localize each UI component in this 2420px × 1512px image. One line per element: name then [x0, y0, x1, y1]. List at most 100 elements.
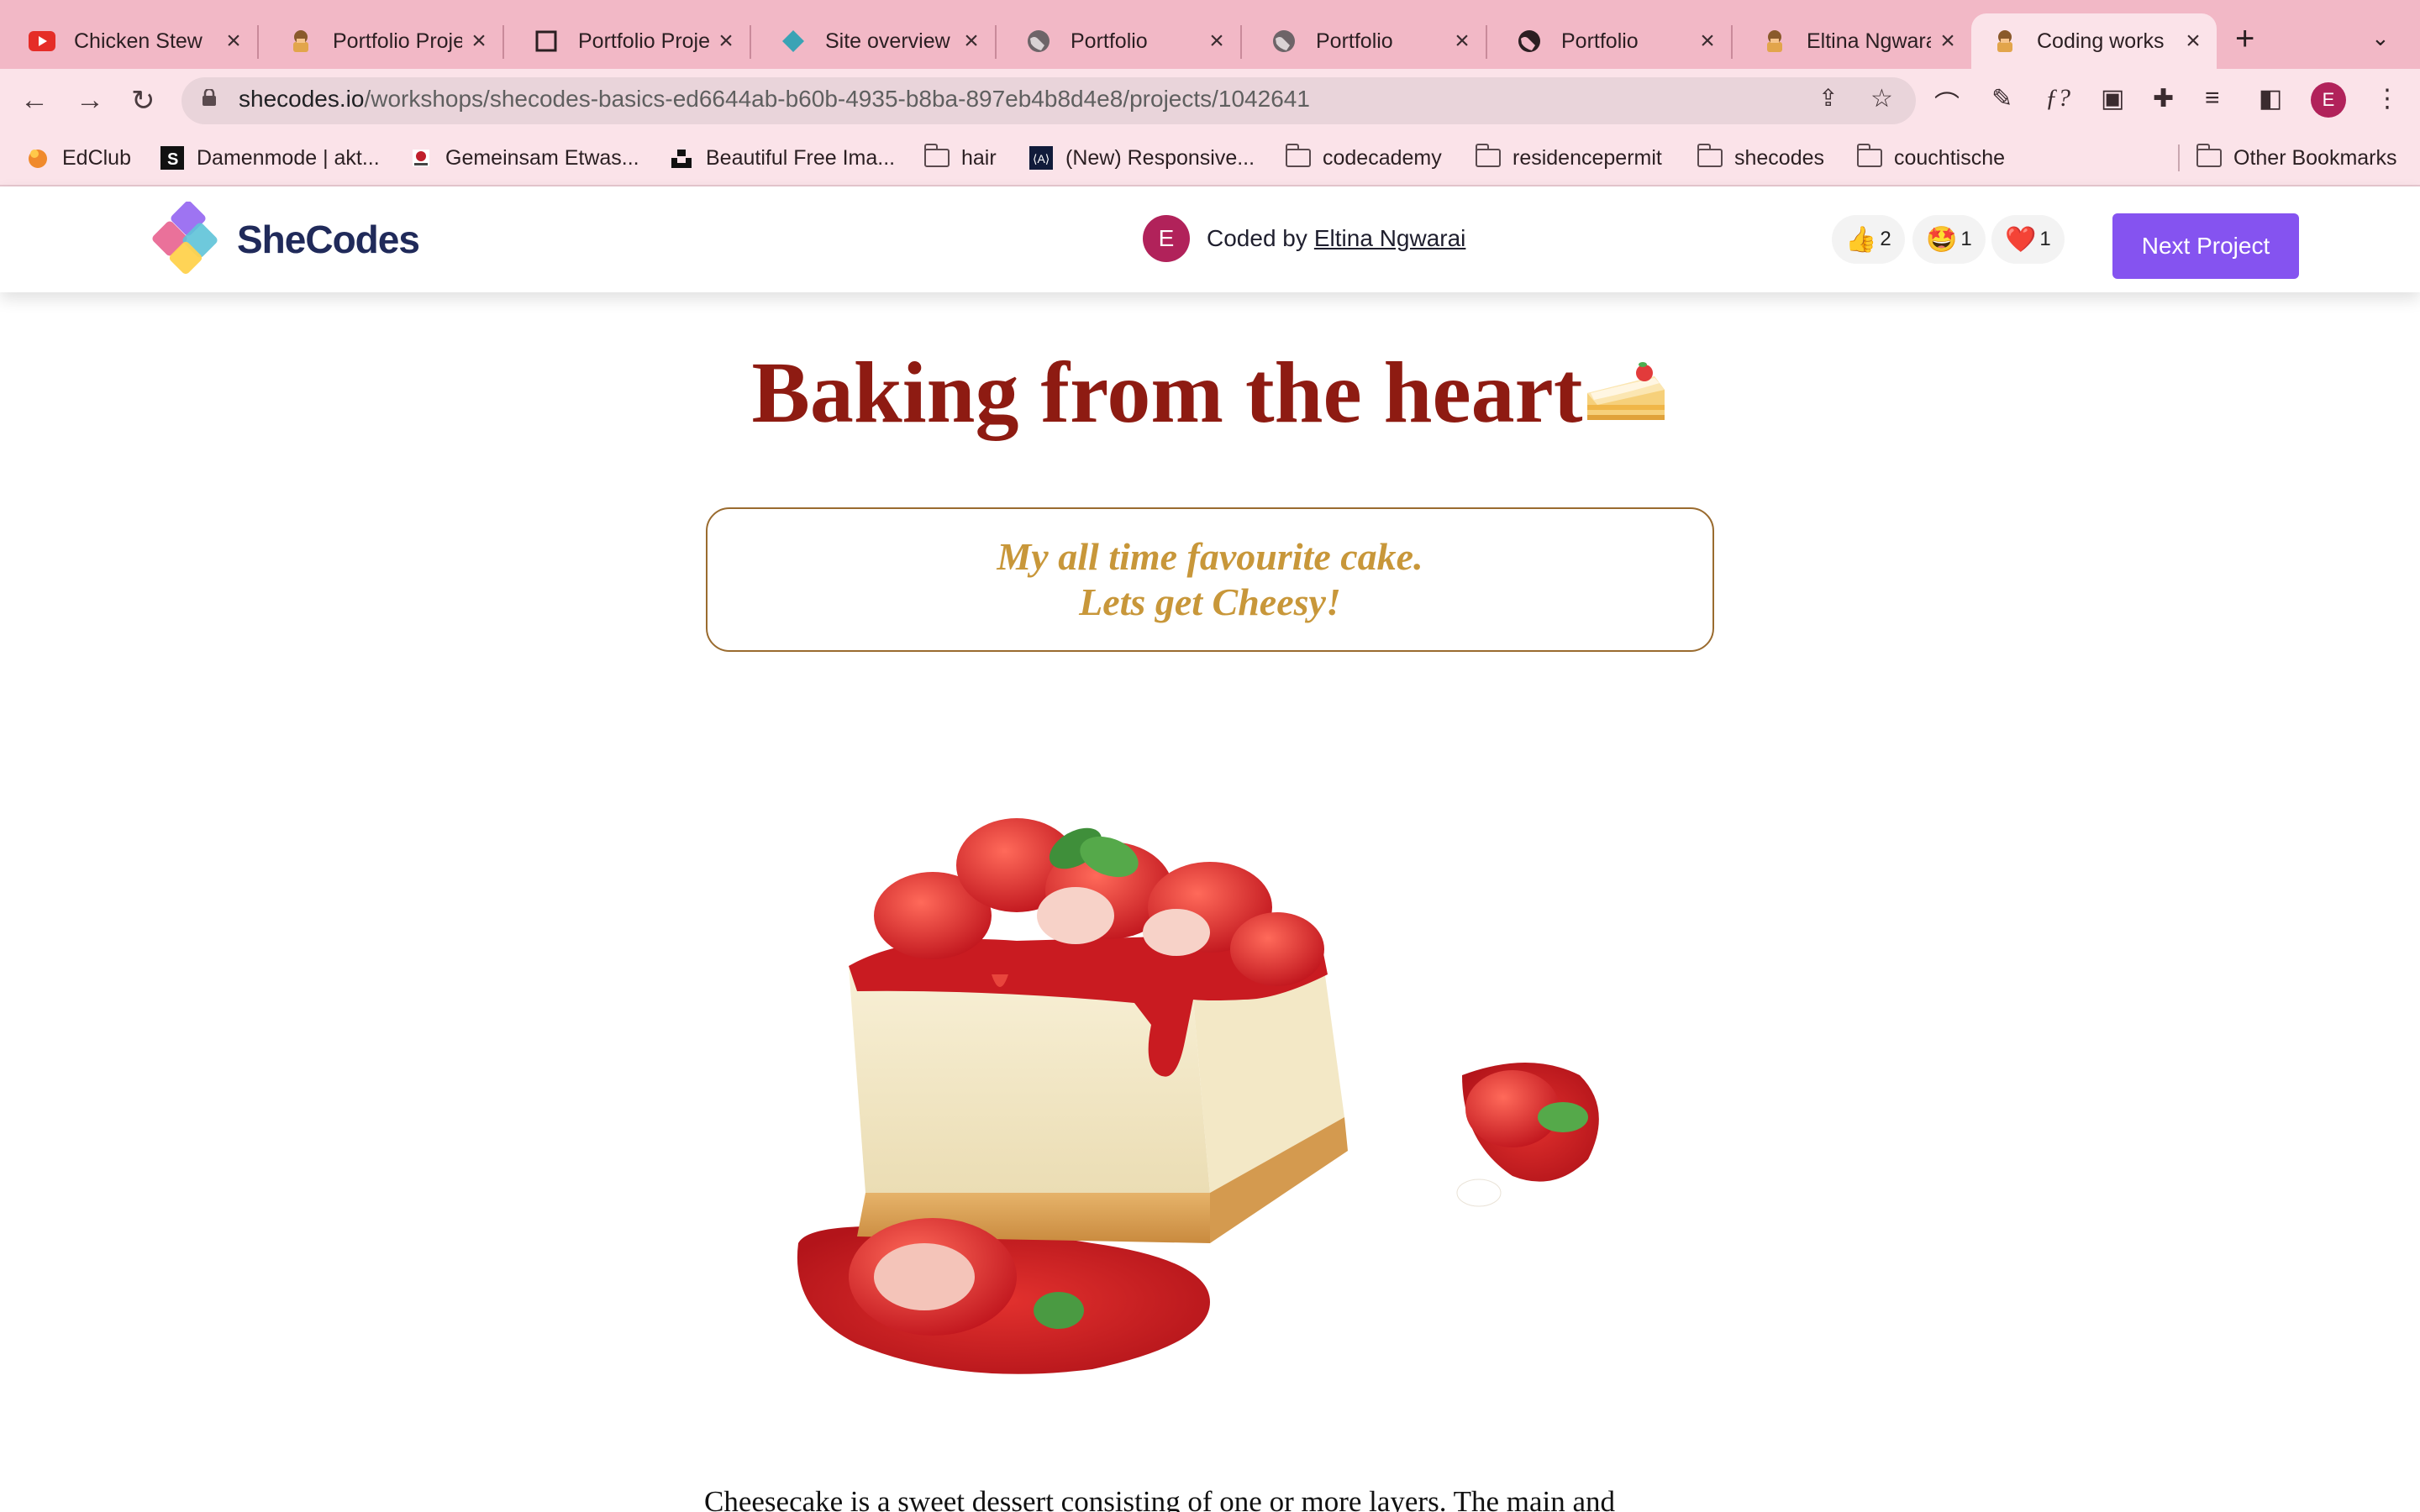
side-panel-icon[interactable]: ◧ — [2259, 84, 2282, 113]
shecodes-avatar-icon — [1991, 28, 2018, 55]
tab-title: Chicken Stew — [74, 29, 203, 53]
close-icon[interactable]: × — [1691, 27, 1724, 55]
close-icon[interactable]: × — [955, 27, 988, 55]
new-tab-icon[interactable]: + — [2235, 20, 2254, 58]
other-bookmarks-folder[interactable]: Other Bookmarks — [2196, 143, 2397, 173]
tab-search-chevron-icon[interactable]: ⌄ — [2371, 25, 2390, 51]
subtitle-line-2: Lets get Cheesy! — [1079, 580, 1341, 623]
browser-tab[interactable]: Eltina Ngwarai × — [1733, 13, 1971, 69]
bookmark-label: codecademy — [1323, 145, 1442, 170]
browser-tab[interactable]: Site overview × — [751, 13, 995, 69]
browser-tab[interactable]: Portfolio × — [1242, 13, 1486, 69]
bookmark-item[interactable]: Gemeinsam Etwas... — [408, 143, 639, 173]
site-logo-text[interactable]: SheCodes — [237, 217, 420, 262]
reaction-star-eyes[interactable]: 🤩 1 — [1912, 215, 1986, 264]
reaction-heart[interactable]: ❤️ 1 — [1991, 215, 2065, 264]
youtube-icon — [29, 28, 55, 55]
folder-icon — [923, 144, 950, 171]
close-icon[interactable]: × — [2176, 27, 2210, 55]
bookmark-label: EdClub — [62, 145, 131, 170]
page-title: Baking from the heart — [0, 343, 2420, 443]
bookmark-item[interactable]: Beautiful Free Ima... — [669, 143, 895, 173]
author-credit: E Coded by Eltina Ngwarai — [1143, 215, 1465, 262]
bookmark-folder[interactable]: codecademy — [1285, 143, 1442, 173]
bookmark-label: hair — [961, 145, 997, 170]
browser-tab[interactable]: Portfolio Proje × — [504, 13, 750, 69]
bookmark-folder[interactable]: shecodes — [1697, 143, 1824, 173]
extension-font-icon[interactable]: ƒ? — [2045, 84, 2070, 113]
extension-k-icon[interactable]: ▣ — [2101, 84, 2124, 113]
bookmark-label: Gemeinsam Etwas... — [445, 145, 639, 170]
close-icon[interactable]: × — [1200, 27, 1234, 55]
shecodes-logo-icon[interactable] — [150, 202, 232, 277]
site-icon — [408, 145, 434, 171]
bookmark-label: residencepermit — [1512, 145, 1662, 170]
menu-dots-icon[interactable]: ⋮ — [2375, 84, 2400, 113]
bookmark-folder[interactable]: couchtische — [1856, 143, 2006, 173]
unsplash-icon — [669, 145, 694, 171]
browser-tab[interactable]: Portfolio × — [997, 13, 1240, 69]
browser-tab[interactable]: Portfolio Proje × — [259, 13, 502, 69]
bookmark-label: couchtische — [1894, 145, 2006, 170]
close-icon[interactable]: × — [462, 27, 496, 55]
extensions-puzzle-icon[interactable]: ✚ — [2153, 84, 2174, 113]
bookmark-divider — [2178, 144, 2180, 171]
globe-icon — [1270, 28, 1297, 55]
bookmark-label: (New) Responsive... — [1065, 145, 1255, 170]
globe-icon — [1025, 28, 1052, 55]
shecodes-avatar-icon — [287, 28, 314, 55]
bookmark-item[interactable]: S Damenmode | akt... — [160, 143, 380, 173]
page-title-text: Baking from the heart — [751, 344, 1583, 441]
tab-title: Portfolio — [1316, 29, 1393, 53]
bookmark-folder[interactable]: residencepermit — [1475, 143, 1662, 173]
url-text[interactable]: shecodes.io/workshops/shecodes-basics-ed… — [239, 86, 1310, 113]
profile-avatar[interactable]: E — [2311, 82, 2346, 118]
media-control-icon[interactable]: ≡ — [2205, 84, 2220, 113]
description-paragraph: Cheesecake is a sweet dessert consisting… — [704, 1485, 1616, 1512]
bookmark-item[interactable]: ⟨A⟩ (New) Responsive... — [1028, 143, 1255, 173]
reaction-count: 1 — [1960, 228, 1972, 250]
back-arrow-icon[interactable]: ← — [20, 84, 49, 117]
lock-icon — [203, 89, 216, 106]
share-icon[interactable]: ⇪ — [1818, 84, 1838, 112]
tab-title: Portfolio — [1071, 29, 1148, 53]
extension-eyedropper-icon[interactable]: ✎ — [1991, 84, 2012, 113]
bookmark-folder[interactable]: hair — [923, 143, 997, 173]
forward-arrow-icon[interactable]: → — [76, 84, 104, 117]
cake-slice-icon — [1587, 362, 1665, 420]
heart-icon: ❤️ — [2005, 225, 2037, 254]
reaction-thumbs-up[interactable]: 👍 2 — [1832, 215, 1905, 264]
browser-tab[interactable]: Chicken Stew × — [0, 13, 257, 69]
tab-title: Eltina Ngwarai — [1807, 29, 1931, 53]
folder-icon — [1285, 144, 1311, 171]
bookmark-label: Beautiful Free Ima... — [706, 145, 896, 170]
close-icon[interactable]: × — [217, 27, 250, 55]
shecodes-avatar-icon — [1761, 28, 1788, 55]
bookmark-star-icon[interactable]: ☆ — [1870, 84, 1893, 113]
cheesecake-photo — [797, 818, 1599, 1374]
folder-icon — [1475, 144, 1501, 171]
tab-title: Site overview — [825, 29, 950, 53]
next-project-button[interactable]: Next Project — [2112, 213, 2299, 279]
subtitle-line-1: My all time favourite cake. — [997, 535, 1423, 578]
tab-title: Portfolio Proje — [333, 29, 462, 53]
reload-icon[interactable]: ↻ — [131, 84, 155, 118]
author-link[interactable]: Eltina Ngwarai — [1314, 225, 1466, 252]
square-outline-icon — [533, 28, 560, 55]
close-icon[interactable]: × — [1931, 27, 1965, 55]
close-icon[interactable]: × — [1445, 27, 1479, 55]
bookmark-item[interactable]: EdClub — [25, 143, 131, 173]
reaction-count: 2 — [1880, 228, 1891, 250]
svg-text:⟨A⟩: ⟨A⟩ — [1033, 152, 1050, 165]
close-icon[interactable]: × — [709, 27, 743, 55]
globe-icon — [1516, 28, 1543, 55]
browser-tab-active[interactable]: Coding works × — [1971, 13, 2217, 69]
folder-icon — [1856, 144, 1882, 171]
netlify-diamond-icon — [780, 28, 807, 55]
extension-arc-icon[interactable]: ⌒ — [1934, 84, 1960, 121]
browser-tab[interactable]: Portfolio × — [1487, 13, 1731, 69]
tab-title: Coding works — [2037, 29, 2165, 53]
subtitle-box: My all time favourite cake. Lets get Che… — [706, 507, 1714, 652]
tab-title: Portfolio — [1561, 29, 1639, 53]
coded-by-label: Coded by — [1207, 225, 1307, 251]
